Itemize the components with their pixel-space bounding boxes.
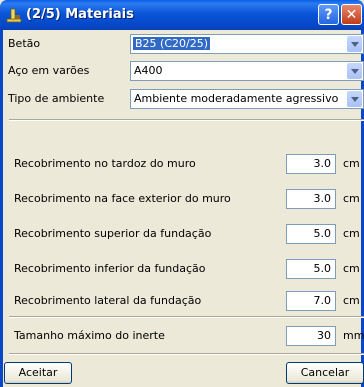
- unit-label: cm: [343, 157, 360, 170]
- ambiente-select[interactable]: Ambiente moderadamente agressivo: [130, 89, 364, 109]
- wall-icon: [6, 8, 22, 23]
- aggregate-label: Tamanho máximo do inerte: [14, 329, 165, 342]
- aco-label: Aço em varões: [8, 64, 90, 77]
- title-bar[interactable]: (2/5) Materiais ? ✕: [0, 0, 364, 30]
- cover-label: Recobrimento no tardoz do muro: [14, 157, 196, 170]
- window-title: (2/5) Materiais: [26, 7, 134, 22]
- close-button[interactable]: ✕: [341, 4, 362, 25]
- cancel-button[interactable]: Cancelar: [286, 362, 364, 384]
- cover-superior-input[interactable]: 5.0: [286, 224, 336, 244]
- cover-lateral-input[interactable]: 7.0: [286, 291, 336, 311]
- betao-select[interactable]: B25 (C20/25): [130, 34, 364, 54]
- aco-select[interactable]: A400: [130, 61, 364, 81]
- ambiente-value: Ambiente moderadamente agressivo: [134, 92, 339, 105]
- unit-label: cm: [343, 294, 360, 307]
- accept-button[interactable]: Aceitar: [4, 362, 72, 384]
- separator: [9, 353, 364, 355]
- separator: [9, 119, 364, 121]
- chevron-down-icon[interactable]: [347, 91, 362, 107]
- cover-face-exterior-input[interactable]: 3.0: [286, 189, 336, 209]
- aco-value: A400: [134, 64, 163, 77]
- aggregate-size-input[interactable]: 30: [286, 326, 336, 346]
- unit-label: mm: [343, 329, 364, 342]
- unit-label: cm: [343, 262, 360, 275]
- unit-label: cm: [343, 227, 360, 240]
- separator: [9, 316, 364, 318]
- help-button[interactable]: ?: [318, 4, 339, 25]
- unit-label: cm: [343, 192, 360, 205]
- cover-inferior-input[interactable]: 5.0: [286, 259, 336, 279]
- betao-label: Betão: [8, 37, 41, 50]
- chevron-down-icon[interactable]: [347, 63, 362, 79]
- cover-label: Recobrimento lateral da fundação: [14, 294, 202, 307]
- cover-label: Recobrimento inferior da fundação: [14, 262, 206, 275]
- cover-tardoz-input[interactable]: 3.0: [286, 154, 336, 174]
- ambiente-label: Tipo de ambiente: [8, 92, 105, 105]
- cover-label: Recobrimento superior da fundação: [14, 227, 212, 240]
- cover-label: Recobrimento na face exterior do muro: [14, 192, 231, 205]
- chevron-down-icon[interactable]: [347, 36, 362, 52]
- betao-value: B25 (C20/25): [133, 37, 211, 50]
- window-frame-left: [0, 30, 3, 387]
